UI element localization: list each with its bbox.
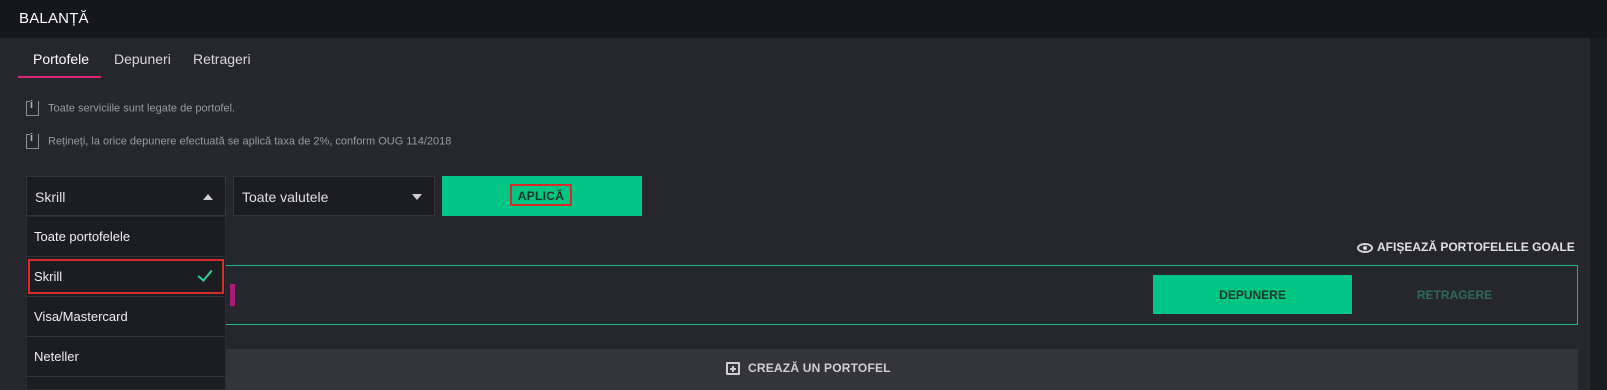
dropdown-option-label: Visa/Mastercard bbox=[34, 309, 128, 324]
caret-down-icon bbox=[412, 194, 422, 200]
page-title: BALANȚĂ bbox=[19, 10, 89, 27]
dropdown-option-label: Toate portofelele bbox=[34, 229, 131, 244]
dropdown-option-skrill[interactable]: Skrill bbox=[27, 257, 225, 297]
withdraw-button[interactable]: RETRAGERE bbox=[1355, 275, 1554, 314]
tab-portofele[interactable]: Portofele bbox=[33, 51, 89, 67]
page-header: BALANȚĂ bbox=[0, 0, 1607, 38]
currency-select-value: Toate valutele bbox=[242, 189, 329, 205]
create-wallet-content: CREAZĂ UN PORTOFEL bbox=[726, 361, 891, 376]
info-note-text: Rețineți, la orice depunere efectuată se… bbox=[48, 135, 452, 148]
caret-up-icon bbox=[203, 194, 213, 200]
info-note-tax: Rețineți, la orice depunere efectuată se… bbox=[26, 132, 452, 149]
currency-select[interactable]: Toate valutele bbox=[233, 176, 435, 216]
add-box-icon bbox=[726, 362, 740, 376]
info-note-wallets: Toate serviciile sunt legate de portofel… bbox=[26, 99, 236, 116]
wallet-dropdown-menu: Toate portofelele Skrill Visa/Mastercard… bbox=[26, 216, 226, 390]
info-note-text: Toate serviciile sunt legate de portofel… bbox=[48, 102, 236, 115]
info-icon bbox=[26, 132, 39, 149]
deposit-button[interactable]: DEPUNERE bbox=[1153, 275, 1352, 314]
dropdown-option-all-wallets[interactable]: Toate portofelele bbox=[27, 217, 225, 257]
wallet-select[interactable]: Skrill bbox=[26, 176, 226, 216]
apply-button-label: APLICĂ bbox=[510, 184, 572, 206]
tab-depuneri[interactable]: Depuneri bbox=[114, 51, 171, 67]
selection-highlight bbox=[28, 259, 224, 294]
create-wallet-button[interactable]: CREAZĂ UN PORTOFEL bbox=[26, 349, 1578, 390]
eye-icon bbox=[1357, 242, 1373, 253]
create-wallet-label: CREAZĂ UN PORTOFEL bbox=[748, 361, 891, 375]
wallet-select-value: Skrill bbox=[35, 189, 66, 205]
tab-retrageri[interactable]: Retrageri bbox=[193, 51, 251, 67]
active-tab-indicator bbox=[18, 76, 101, 78]
vertical-scrollbar[interactable] bbox=[1590, 38, 1607, 390]
show-empty-wallets-label: AFIȘEAZĂ PORTOFELELE GOALE bbox=[1377, 240, 1575, 254]
dropdown-option-visa-mastercard[interactable]: Visa/Mastercard bbox=[27, 297, 225, 337]
apply-button[interactable]: APLICĂ bbox=[442, 176, 642, 216]
tab-bar: Portofele Depuneri Retrageri bbox=[0, 38, 1590, 80]
dropdown-option-neteller[interactable]: Neteller bbox=[27, 337, 225, 377]
show-empty-wallets-toggle[interactable]: AFIȘEAZĂ PORTOFELELE GOALE bbox=[1357, 240, 1575, 254]
wallet-color-marker bbox=[230, 284, 235, 306]
dropdown-option-label: Neteller bbox=[34, 349, 79, 364]
info-icon bbox=[26, 99, 39, 116]
